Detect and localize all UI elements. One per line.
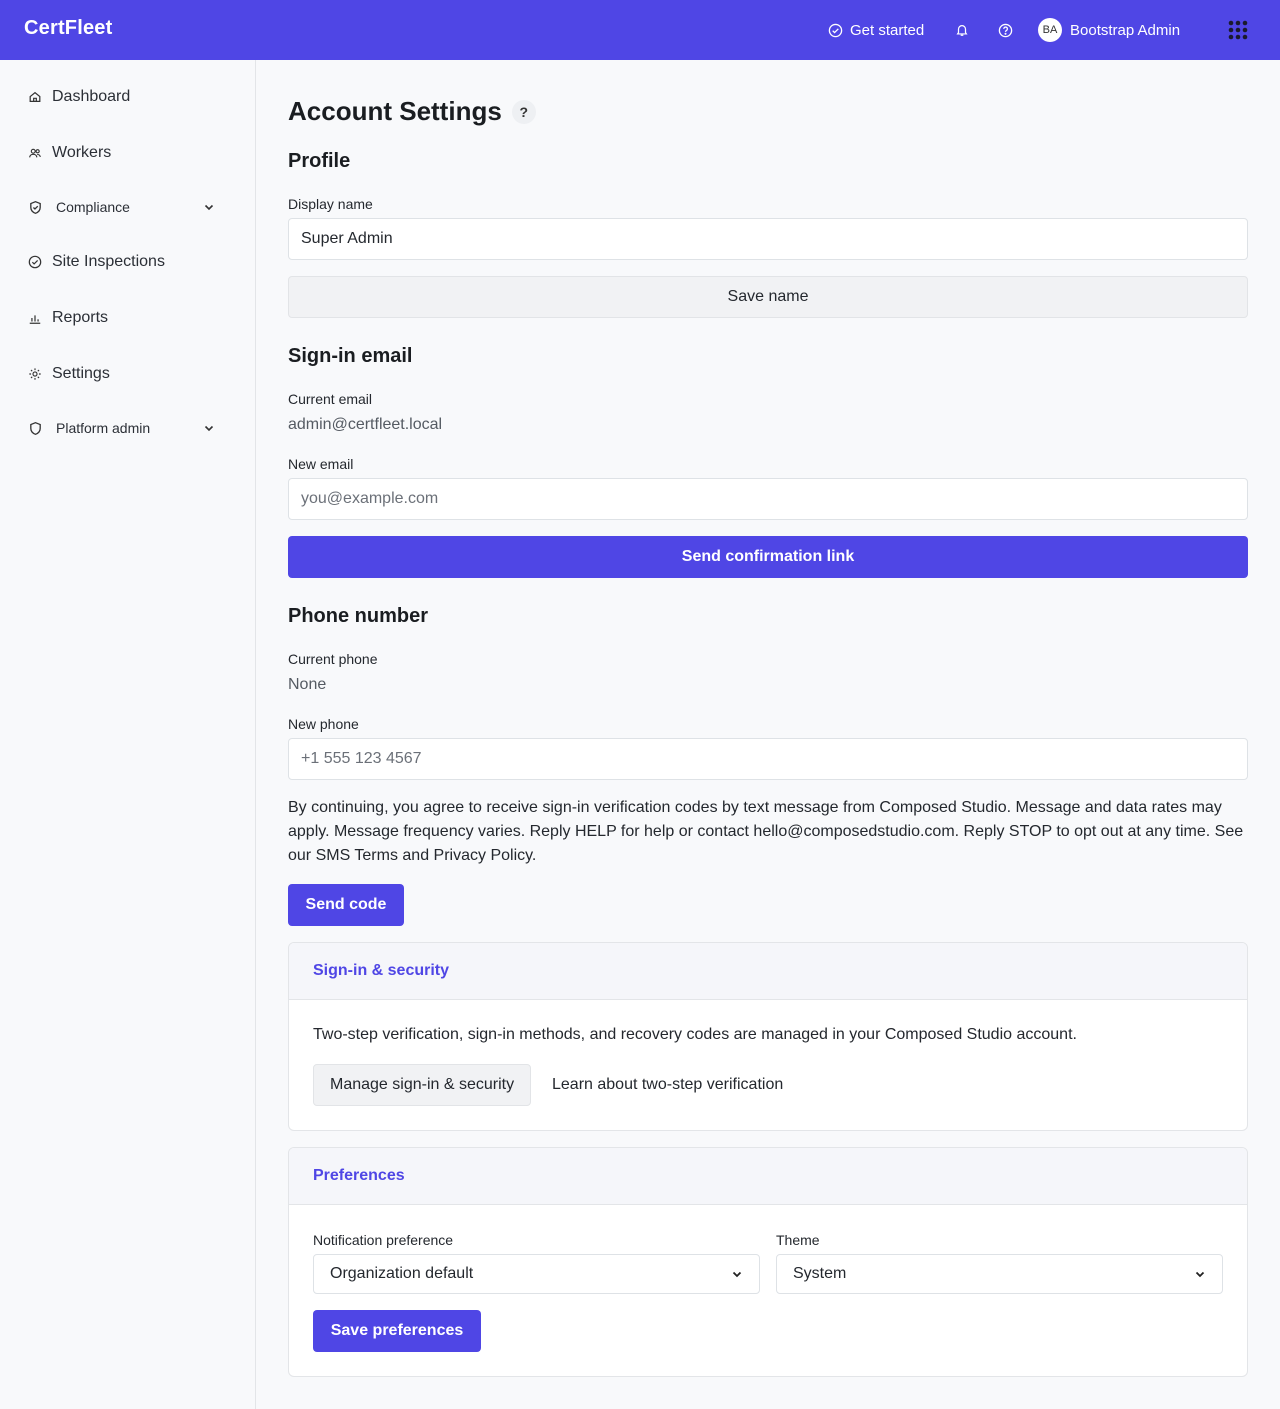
sidebar-item-label: Dashboard — [52, 88, 131, 105]
new-phone-label: New phone — [288, 716, 359, 732]
apps-launcher-button[interactable] — [1228, 0, 1248, 60]
theme-value: System — [793, 1265, 847, 1282]
page-title: Account Settings ? — [288, 96, 536, 127]
notification-preference-select[interactable]: Organization default — [313, 1254, 760, 1294]
theme-label: Theme — [776, 1232, 820, 1248]
sidebar-item-compliance[interactable]: Compliance — [28, 199, 228, 215]
profile-section-title: Profile — [288, 150, 351, 172]
shield-check-icon — [30, 200, 41, 214]
new-email-input[interactable]: you@example.com — [288, 478, 1248, 520]
display-name-label: Display name — [288, 196, 373, 212]
security-card-title: Sign-in & security — [289, 943, 1247, 1000]
sidebar-item-label: Site Inspections — [52, 253, 165, 270]
help-button[interactable] — [998, 0, 1013, 60]
check-circle-icon — [28, 255, 42, 269]
sidebar-item-label: Reports — [52, 309, 109, 326]
security-card: Sign-in & security Two-step verification… — [288, 942, 1248, 1131]
question-circle-icon — [998, 23, 1013, 37]
users-icon — [29, 148, 41, 158]
preferences-card: Preferences Notification preference Orga… — [288, 1147, 1248, 1377]
sidebar-item-reports[interactable]: Reports — [28, 309, 228, 327]
user-menu[interactable]: BA Bootstrap Admin — [1038, 0, 1180, 60]
notification-preference-label: Notification preference — [313, 1232, 454, 1248]
sidebar-item-dashboard[interactable]: Dashboard — [28, 88, 228, 106]
send-code-button[interactable]: Send code — [288, 884, 404, 926]
save-preferences-button[interactable]: Save preferences — [313, 1310, 481, 1352]
sidebar-item-workers[interactable]: Workers — [28, 144, 228, 162]
theme-select[interactable]: System — [776, 1254, 1223, 1294]
sidebar-item-label: Platform admin — [56, 420, 151, 436]
security-description: Two-step verification, sign-in methods, … — [313, 1026, 1077, 1043]
phone-section-title: Phone number — [288, 605, 429, 627]
sidebar-item-label: Compliance — [56, 199, 130, 215]
avatar: BA — [1038, 18, 1062, 42]
top-navbar: CertFleet Get started BA Bootstrap Admin — [0, 0, 1280, 60]
sun-gear-icon — [29, 368, 41, 380]
notifications-button[interactable] — [955, 0, 969, 60]
chevron-down-icon — [732, 1271, 742, 1278]
chevron-down-icon[interactable] — [203, 422, 215, 434]
bell-icon — [956, 25, 968, 36]
get-started-link[interactable]: Get started — [828, 0, 924, 60]
current-phone-value: None — [288, 676, 327, 693]
manage-security-button[interactable]: Manage sign-in & security — [313, 1064, 532, 1106]
get-started-label: Get started — [850, 21, 925, 39]
learn-two-step-link[interactable]: Learn about two-step verification — [552, 1076, 783, 1094]
current-email-label: Current email — [288, 391, 373, 407]
brand-logo[interactable]: CertFleet — [24, 17, 113, 40]
display-name-input[interactable]: Super Admin — [288, 218, 1248, 260]
sidebar: Dashboard Workers Compliance Site Inspec… — [0, 60, 256, 1409]
home-icon — [29, 91, 41, 102]
sidebar-item-settings[interactable]: Settings — [28, 365, 228, 383]
shield-icon — [30, 421, 41, 435]
new-email-label: New email — [288, 456, 354, 472]
bar-chart-icon — [29, 315, 41, 324]
new-phone-input[interactable]: +1 555 123 4567 — [288, 738, 1248, 780]
user-name: Bootstrap Admin — [1070, 21, 1181, 39]
current-phone-label: Current phone — [288, 651, 378, 667]
grid-icon — [1228, 20, 1248, 40]
page-title-text: Account Settings — [288, 96, 502, 126]
send-confirmation-button[interactable]: Send confirmation link — [288, 536, 1248, 578]
chevron-down-icon[interactable] — [203, 201, 215, 213]
notification-preference-value: Organization default — [330, 1265, 474, 1282]
save-name-button[interactable]: Save name — [288, 276, 1248, 318]
help-badge[interactable]: ? — [511, 99, 536, 124]
sidebar-item-platform-admin[interactable]: Platform admin — [28, 420, 228, 436]
sidebar-item-label: Settings — [52, 365, 110, 382]
sms-consent-text: By continuing, you agree to receive sign… — [288, 799, 1244, 864]
sidebar-item-site-inspections[interactable]: Site Inspections — [28, 253, 228, 271]
current-email-value: admin@certfleet.local — [288, 416, 443, 433]
preferences-card-title: Preferences — [289, 1148, 1247, 1205]
chevron-down-icon — [1195, 1271, 1205, 1278]
sidebar-item-label: Workers — [52, 144, 112, 161]
check-circle-icon — [828, 23, 843, 37]
email-section-title: Sign-in email — [288, 345, 413, 367]
